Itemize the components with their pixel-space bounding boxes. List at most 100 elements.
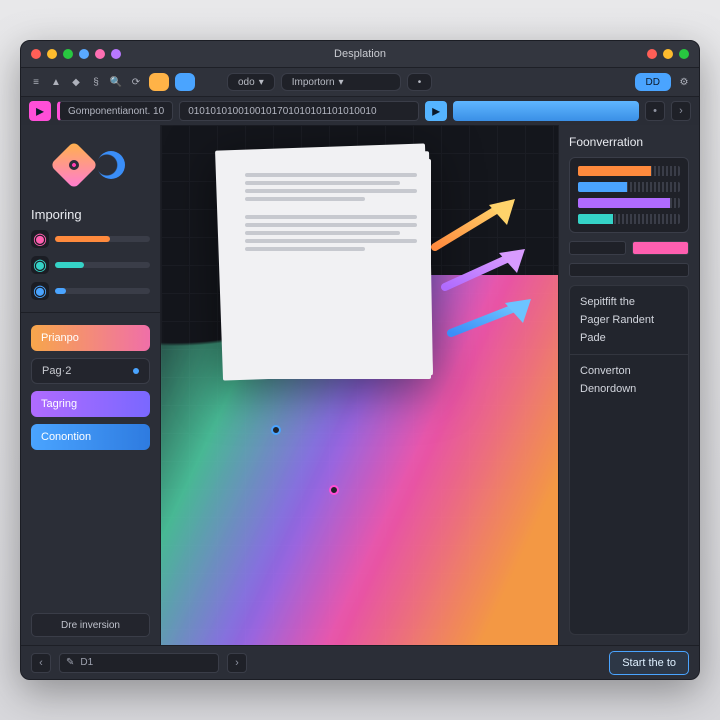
arrow-icon xyxy=(447,295,537,341)
minimize-icon[interactable] xyxy=(47,49,57,59)
address-text: 0101010100100101701010101101010010 xyxy=(188,106,376,117)
chip[interactable] xyxy=(569,241,626,255)
search-icon[interactable]: 🔍 xyxy=(109,75,123,89)
panel-title: Foonverration xyxy=(569,135,689,149)
divider xyxy=(570,354,688,355)
field-value: D1 xyxy=(80,657,93,668)
color-swatch[interactable] xyxy=(149,73,169,91)
button-label: Tagring xyxy=(41,398,77,410)
minimize-icon[interactable] xyxy=(663,49,673,59)
logo-diamond-icon xyxy=(49,141,97,189)
address-field[interactable]: 0101010100100101701010101101010010 xyxy=(179,101,419,121)
slider-knob-icon: ◉ xyxy=(31,256,49,274)
document-stack xyxy=(219,147,429,383)
extra-dot-icon xyxy=(79,49,89,59)
page-button[interactable]: Pag·2 xyxy=(31,358,150,384)
node-icon[interactable] xyxy=(271,425,281,435)
menu-icon[interactable]: ≡ xyxy=(29,75,43,89)
info-line: Denordown xyxy=(580,383,678,395)
toolbar-field-label: odo xyxy=(238,77,255,88)
info-line: Pade xyxy=(580,332,678,344)
tool-icon[interactable]: § xyxy=(89,75,103,89)
slider-track xyxy=(55,288,150,294)
tool-icon[interactable]: ⟳ xyxy=(129,75,143,89)
node-icon[interactable] xyxy=(329,485,339,495)
conversion-button[interactable]: Conontion xyxy=(31,424,150,450)
chip[interactable] xyxy=(569,263,689,277)
button-label: Pag·2 xyxy=(42,365,71,377)
maximize-icon[interactable] xyxy=(63,49,73,59)
toolbar-field[interactable]: odo ▾ xyxy=(227,73,275,91)
progress-strip xyxy=(453,101,639,121)
toolbar-action[interactable]: DD xyxy=(635,73,671,91)
sidebar: Imporing ◉ ◉ ◉ Prianpo Pag·2 Tagring Con… xyxy=(21,125,161,645)
toolbar: ≡ ▲ ◆ § 🔍 ⟳ odo ▾ Importorn ▾ • DD ⚙ xyxy=(21,67,699,97)
back-button[interactable]: ▸ xyxy=(29,101,51,121)
node-icon xyxy=(133,368,139,374)
toolbar-action-label: DD xyxy=(646,77,660,88)
main-body: Imporing ◉ ◉ ◉ Prianpo Pag·2 Tagring Con… xyxy=(21,125,699,645)
slider-knob-icon: ◉ xyxy=(31,282,49,300)
maximize-icon[interactable] xyxy=(679,49,689,59)
breadcrumb-label: Gomponentianont. 10 xyxy=(68,106,164,117)
next-button[interactable]: › xyxy=(227,653,247,673)
chip[interactable] xyxy=(632,241,689,255)
arrow-icon xyxy=(441,245,531,295)
start-button[interactable]: Start the to xyxy=(609,651,689,675)
slider[interactable]: ◉ xyxy=(31,256,150,274)
canvas[interactable] xyxy=(161,125,559,645)
pathbar: ▸ Gomponentianont. 10 010101010010010170… xyxy=(21,97,699,125)
breadcrumb-chip[interactable]: Gomponentianont. 10 xyxy=(57,101,173,121)
tool-icon[interactable]: ◆ xyxy=(69,75,83,89)
extra-dot-icon xyxy=(111,49,121,59)
prev-button[interactable]: ‹ xyxy=(31,653,51,673)
slider-track xyxy=(55,262,150,268)
deversion-button[interactable]: Dre inversion xyxy=(31,613,150,637)
slider-knob-icon: ◉ xyxy=(31,230,49,248)
meter xyxy=(578,214,680,224)
pointer-icon[interactable]: ▲ xyxy=(49,75,63,89)
button-label: Start the to xyxy=(622,657,676,669)
prianpo-button[interactable]: Prianpo xyxy=(31,325,150,351)
chip-row xyxy=(569,263,689,277)
window-title: Desplation xyxy=(334,48,386,60)
toolbar-field-label: Importorn xyxy=(292,77,335,88)
bottom-field[interactable]: ✎ D1 xyxy=(59,653,219,673)
right-pane: Foonverration Sepitfift the Pager Randen… xyxy=(559,125,699,645)
meter-panel xyxy=(569,157,689,233)
button-label: Conontion xyxy=(41,431,91,443)
button-label: Dre inversion xyxy=(61,620,120,631)
info-box: Sepitfift the Pager Randent Pade Convert… xyxy=(569,285,689,635)
meter xyxy=(578,166,680,176)
go-button[interactable]: ▸ xyxy=(425,101,447,121)
meter xyxy=(578,198,680,208)
overflow-button[interactable]: • xyxy=(645,101,665,121)
close-icon[interactable] xyxy=(647,49,657,59)
slider-track xyxy=(55,236,150,242)
slider[interactable]: ◉ xyxy=(31,230,150,248)
meter xyxy=(578,182,680,192)
button-label: Prianpo xyxy=(41,332,79,344)
info-line: Converton xyxy=(580,365,678,377)
chevron-down-icon: ▾ xyxy=(259,77,264,88)
chip-row xyxy=(569,241,689,255)
gear-icon[interactable]: ⚙ xyxy=(677,75,691,89)
slider[interactable]: ◉ xyxy=(31,282,150,300)
titlebar: Desplation xyxy=(21,41,699,67)
color-swatch[interactable] xyxy=(175,73,195,91)
forward-button[interactable]: › xyxy=(671,101,691,121)
info-line: Sepitfift the xyxy=(580,296,678,308)
logo-crescent-icon xyxy=(97,151,125,179)
app-window: Desplation ≡ ▲ ◆ § 🔍 ⟳ odo ▾ Importorn ▾ •… xyxy=(20,40,700,680)
tagging-button[interactable]: Tagring xyxy=(31,391,150,417)
app-logo xyxy=(31,135,150,195)
dot-icon: • xyxy=(418,77,422,88)
divider xyxy=(21,312,160,313)
bottom-bar: ‹ ✎ D1 › Start the to xyxy=(21,645,699,679)
close-icon[interactable] xyxy=(31,49,41,59)
info-line: Pager Randent xyxy=(580,314,678,326)
toolbar-field[interactable]: Importorn ▾ xyxy=(281,73,401,91)
chevron-down-icon: ▾ xyxy=(339,77,344,88)
toolbar-field[interactable]: • xyxy=(407,73,433,91)
pen-icon: ✎ xyxy=(66,657,74,668)
